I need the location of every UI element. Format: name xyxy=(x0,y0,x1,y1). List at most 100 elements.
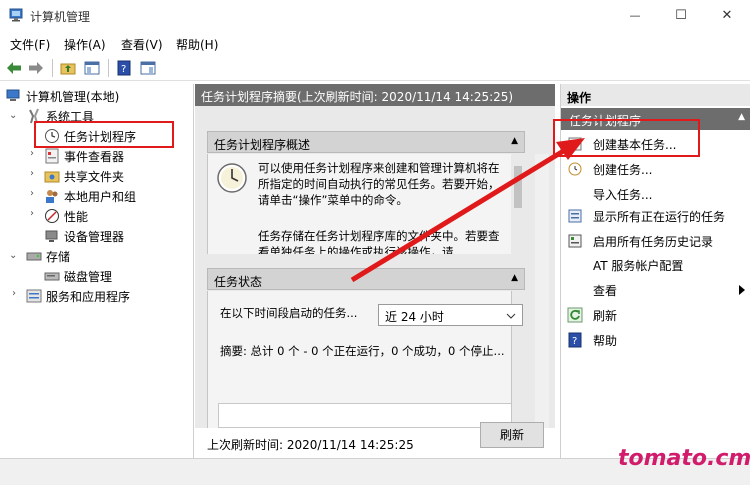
maximize-icon: ☐ xyxy=(675,8,687,23)
task-history-icon xyxy=(567,233,583,249)
action-label: 查看 xyxy=(593,283,618,298)
summary-header: 任务计划程序摘要(上次刷新时间: 2020/11/14 14:25:25) xyxy=(195,84,555,106)
help-toolbar-button[interactable]: ? xyxy=(114,58,134,78)
expand-chevron-right-icon[interactable]: › xyxy=(12,288,16,299)
expand-chevron-down-icon[interactable]: ⌄ xyxy=(9,250,17,261)
show-hide-action-pane-button[interactable] xyxy=(138,58,158,78)
action-create-task[interactable]: 创建任务... xyxy=(567,159,652,179)
tree-item-event-viewer[interactable]: 事件查看器 xyxy=(44,146,124,166)
tree-item-disk-management[interactable]: 磁盘管理 xyxy=(44,266,112,286)
time-period-dropdown[interactable]: 近 24 小时 xyxy=(378,304,523,326)
highlight-create-basic-task xyxy=(553,119,700,157)
chevron-down-icon xyxy=(506,313,516,319)
action-enable-task-history[interactable]: 启用所有任务历史记录 xyxy=(567,231,713,251)
tree-item-services-apps[interactable]: 服务和应用程序 xyxy=(26,286,130,306)
tree-label-disk-management: 磁盘管理 xyxy=(64,269,113,284)
tree-item-local-users[interactable]: 本地用户和组 xyxy=(44,186,136,206)
menu-help[interactable]: 帮助(H) xyxy=(176,36,218,53)
collapse-up-icon[interactable]: ▲ xyxy=(738,112,745,122)
summary-text: 摘要: 总计 0 个 - 0 个正在运行，0 个成功，0 个停止... xyxy=(220,344,505,358)
action-import-task[interactable]: 导入任务... xyxy=(567,184,652,204)
close-button[interactable]: ✕ xyxy=(704,0,750,31)
menu-view[interactable]: 查看(V) xyxy=(121,36,163,53)
minimize-button[interactable]: — xyxy=(612,0,658,31)
summary-panel: 任务计划程序摘要(上次刷新时间: 2020/11/14 14:25:25) 任务… xyxy=(195,84,555,458)
action-at-service-account[interactable]: AT 服务帐户配置 xyxy=(567,255,683,275)
toolbar-separator xyxy=(108,59,109,77)
tree-item-performance[interactable]: 性能 xyxy=(44,206,88,226)
status-label: 在以下时间段启动的任务... xyxy=(220,306,358,320)
forward-button[interactable] xyxy=(26,58,46,78)
tree-item-storage[interactable]: 存储 xyxy=(26,246,70,266)
tree-label-services-apps: 服务和应用程序 xyxy=(46,289,131,304)
tree-item-root[interactable]: 计算机管理(本地) xyxy=(6,86,119,106)
forward-arrow-icon xyxy=(29,62,43,74)
back-button[interactable] xyxy=(4,58,24,78)
main-scrollbar[interactable] xyxy=(535,154,549,428)
action-label: 帮助 xyxy=(593,333,618,348)
expand-chevron-right-icon[interactable]: › xyxy=(30,208,34,219)
overview-text-2: 任务存储在任务计划程序库的文件夹中。若要查看单独任务上的操作或执行该操作，请 xyxy=(258,229,500,254)
overview-scrollbar[interactable] xyxy=(511,154,525,254)
disk-management-icon xyxy=(44,268,60,284)
scroll-thumb[interactable] xyxy=(514,166,522,208)
close-icon: ✕ xyxy=(721,8,733,23)
maximize-button[interactable]: ☐ xyxy=(658,0,704,31)
expand-chevron-right-icon[interactable]: › xyxy=(30,148,34,159)
refresh-button[interactable]: 刷新 xyxy=(480,422,544,448)
tree-label-event-viewer: 事件查看器 xyxy=(64,149,125,164)
toolbar: ? xyxy=(0,55,750,81)
expand-chevron-right-icon[interactable]: › xyxy=(30,168,34,179)
users-icon xyxy=(44,188,60,204)
collapse-up-icon[interactable]: ▲ xyxy=(511,273,518,283)
minimize-icon: — xyxy=(629,9,641,22)
overview-section-body: 可以使用任务计划程序来创建和管理计算机将在所指定的时间自动执行的常见任务。若要开… xyxy=(207,154,512,254)
action-label: 显示所有正在运行的任务 xyxy=(593,209,726,224)
submenu-arrow-icon xyxy=(739,285,745,295)
help-book-icon: ? xyxy=(117,60,131,76)
clock-large-icon xyxy=(217,163,247,193)
services-icon xyxy=(26,288,42,304)
time-period-value: 近 24 小时 xyxy=(385,310,444,324)
overview-section-header[interactable]: 任务计划程序概述 ▲ xyxy=(207,131,525,153)
tree-item-device-manager[interactable]: 设备管理器 xyxy=(44,226,124,246)
action-help[interactable]: ? 帮助 xyxy=(567,330,617,350)
action-label: 启用所有任务历史记录 xyxy=(593,234,714,249)
last-refresh-text: 上次刷新时间: 2020/11/14 14:25:25 xyxy=(207,438,414,452)
expand-chevron-down-icon[interactable]: ⌄ xyxy=(9,110,17,121)
overview-title: 任务计划程序概述 xyxy=(214,138,311,152)
tree-label-device-manager: 设备管理器 xyxy=(64,229,125,244)
menu-file[interactable]: 文件(F) xyxy=(10,36,50,53)
help-icon: ? xyxy=(567,332,583,348)
up-folder-icon xyxy=(60,63,76,75)
performance-icon xyxy=(44,208,60,224)
window-title: 计算机管理 xyxy=(30,10,91,24)
collapse-up-icon[interactable]: ▲ xyxy=(511,136,518,146)
task-list-table xyxy=(218,403,511,428)
action-label: AT 服务帐户配置 xyxy=(593,258,684,273)
tree-label-root: 计算机管理(本地) xyxy=(26,89,120,104)
menu-action[interactable]: 操作(A) xyxy=(64,36,106,53)
back-arrow-icon xyxy=(7,62,21,74)
action-label: 创建任务... xyxy=(593,162,653,177)
action-view[interactable]: 查看 xyxy=(567,280,745,300)
tree-label-local-users: 本地用户和组 xyxy=(64,189,137,204)
svg-text:?: ? xyxy=(121,64,126,75)
watermark-text: tomato.cm xyxy=(618,446,750,471)
show-hide-console-tree-button[interactable] xyxy=(82,58,102,78)
overview-text-1: 可以使用任务计划程序来创建和管理计算机将在所指定的时间自动执行的常见任务。若要开… xyxy=(258,161,500,207)
tree-label-shared-folders: 共享文件夹 xyxy=(64,169,125,184)
action-label: 刷新 xyxy=(593,308,618,323)
action-display-running-tasks[interactable]: 显示所有正在运行的任务 xyxy=(567,206,725,226)
refresh-icon xyxy=(567,307,583,323)
view-icon xyxy=(567,282,583,298)
at-service-icon xyxy=(567,257,583,273)
expand-chevron-right-icon[interactable]: › xyxy=(30,188,34,199)
tree-item-shared-folders[interactable]: 共享文件夹 xyxy=(44,166,124,186)
status-section-header[interactable]: 任务状态 ▲ xyxy=(207,268,525,290)
up-folder-button[interactable] xyxy=(58,58,78,78)
action-refresh[interactable]: 刷新 xyxy=(567,305,617,325)
highlight-task-scheduler xyxy=(34,121,174,148)
import-icon xyxy=(567,186,583,202)
action-pane-icon xyxy=(140,61,156,75)
